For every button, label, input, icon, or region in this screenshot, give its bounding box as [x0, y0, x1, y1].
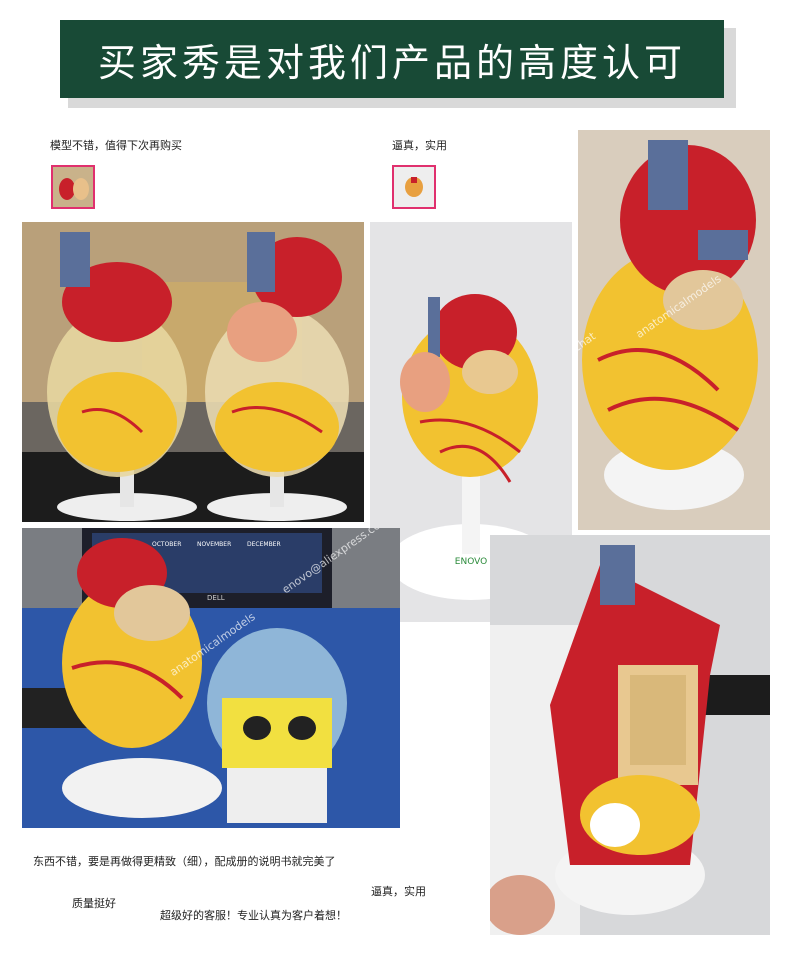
review-text-2: 逼真，实用 [392, 139, 447, 152]
monitor-brand: DELL [207, 594, 225, 602]
photo-heart-section[interactable] [490, 535, 770, 935]
photo-two-hearts[interactable] [22, 222, 364, 522]
photo-heart-and-skull[interactable]: OCTOBER NOVEMBER DECEMBER DELL anatomica… [22, 528, 400, 828]
calendar-month-1: OCTOBER [152, 541, 181, 548]
calendar-month-3: DECEMBER [247, 541, 281, 548]
enovo-logo: ENOVO [455, 557, 487, 567]
review-text-3: 东西不错，要是再做得更精致（细），配成册的说明书就完美了 [33, 855, 336, 868]
review-text-6: 超级好的客服！专业认真为客户着想！ [160, 909, 347, 922]
review-text-4: 逼真，实用 [371, 885, 426, 898]
calendar-month-2: NOVEMBER [197, 541, 231, 548]
photo-heart-closeup[interactable]: wechat anatomicalmodels [578, 130, 770, 530]
review-text-5: 质量挺好 [72, 897, 116, 910]
page-banner: 买家秀是对我们产品的高度认可 [60, 20, 724, 98]
review-thumbnail-1[interactable] [51, 165, 95, 209]
review-thumbnail-2[interactable] [392, 165, 436, 209]
review-text-1: 模型不错，值得下次再购买 [50, 139, 182, 152]
banner-title: 买家秀是对我们产品的高度认可 [97, 40, 686, 85]
